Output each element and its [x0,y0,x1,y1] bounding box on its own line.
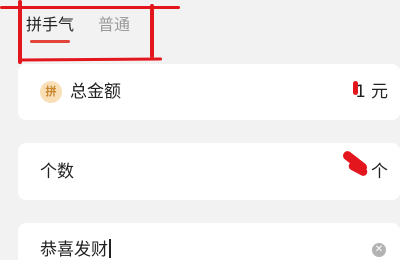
tab-lucky[interactable]: 拼手气 [26,14,75,43]
tab-normal-label: 普通 [98,15,131,34]
tab-lucky-label: 拼手气 [26,15,75,34]
text-cursor [109,239,111,258]
total-amount-row[interactable]: 拼 总金额 1 元 [18,64,400,120]
count-label: 个数 [40,162,74,182]
count-unit: 个 [371,162,388,182]
greeting-input[interactable]: 恭喜发财 [40,239,111,260]
annotation-stroke [0,6,180,9]
packet-type-tabs: 拼手气 普通 [26,14,130,46]
greeting-row[interactable]: 恭喜发财 ✕ [18,223,400,260]
red-packet-form: 拼手气 普通 拼 总金额 1 元 个数 个 恭喜发财 ✕ [0,0,400,260]
annotation-stroke [150,4,154,58]
pin-badge-icon: 拼 [40,81,62,103]
amount-unit: 元 [371,82,388,102]
greeting-text: 恭喜发财 [40,240,108,260]
total-amount-label: 总金额 [70,82,121,102]
clear-icon[interactable]: ✕ [372,243,386,257]
active-tab-indicator [30,40,71,43]
total-amount-input[interactable]: 1 [355,81,366,103]
tab-normal[interactable]: 普通 [98,14,130,36]
annotation-stroke [18,0,22,64]
count-row[interactable]: 个数 个 [18,143,400,200]
annotation-stroke [17,57,163,62]
